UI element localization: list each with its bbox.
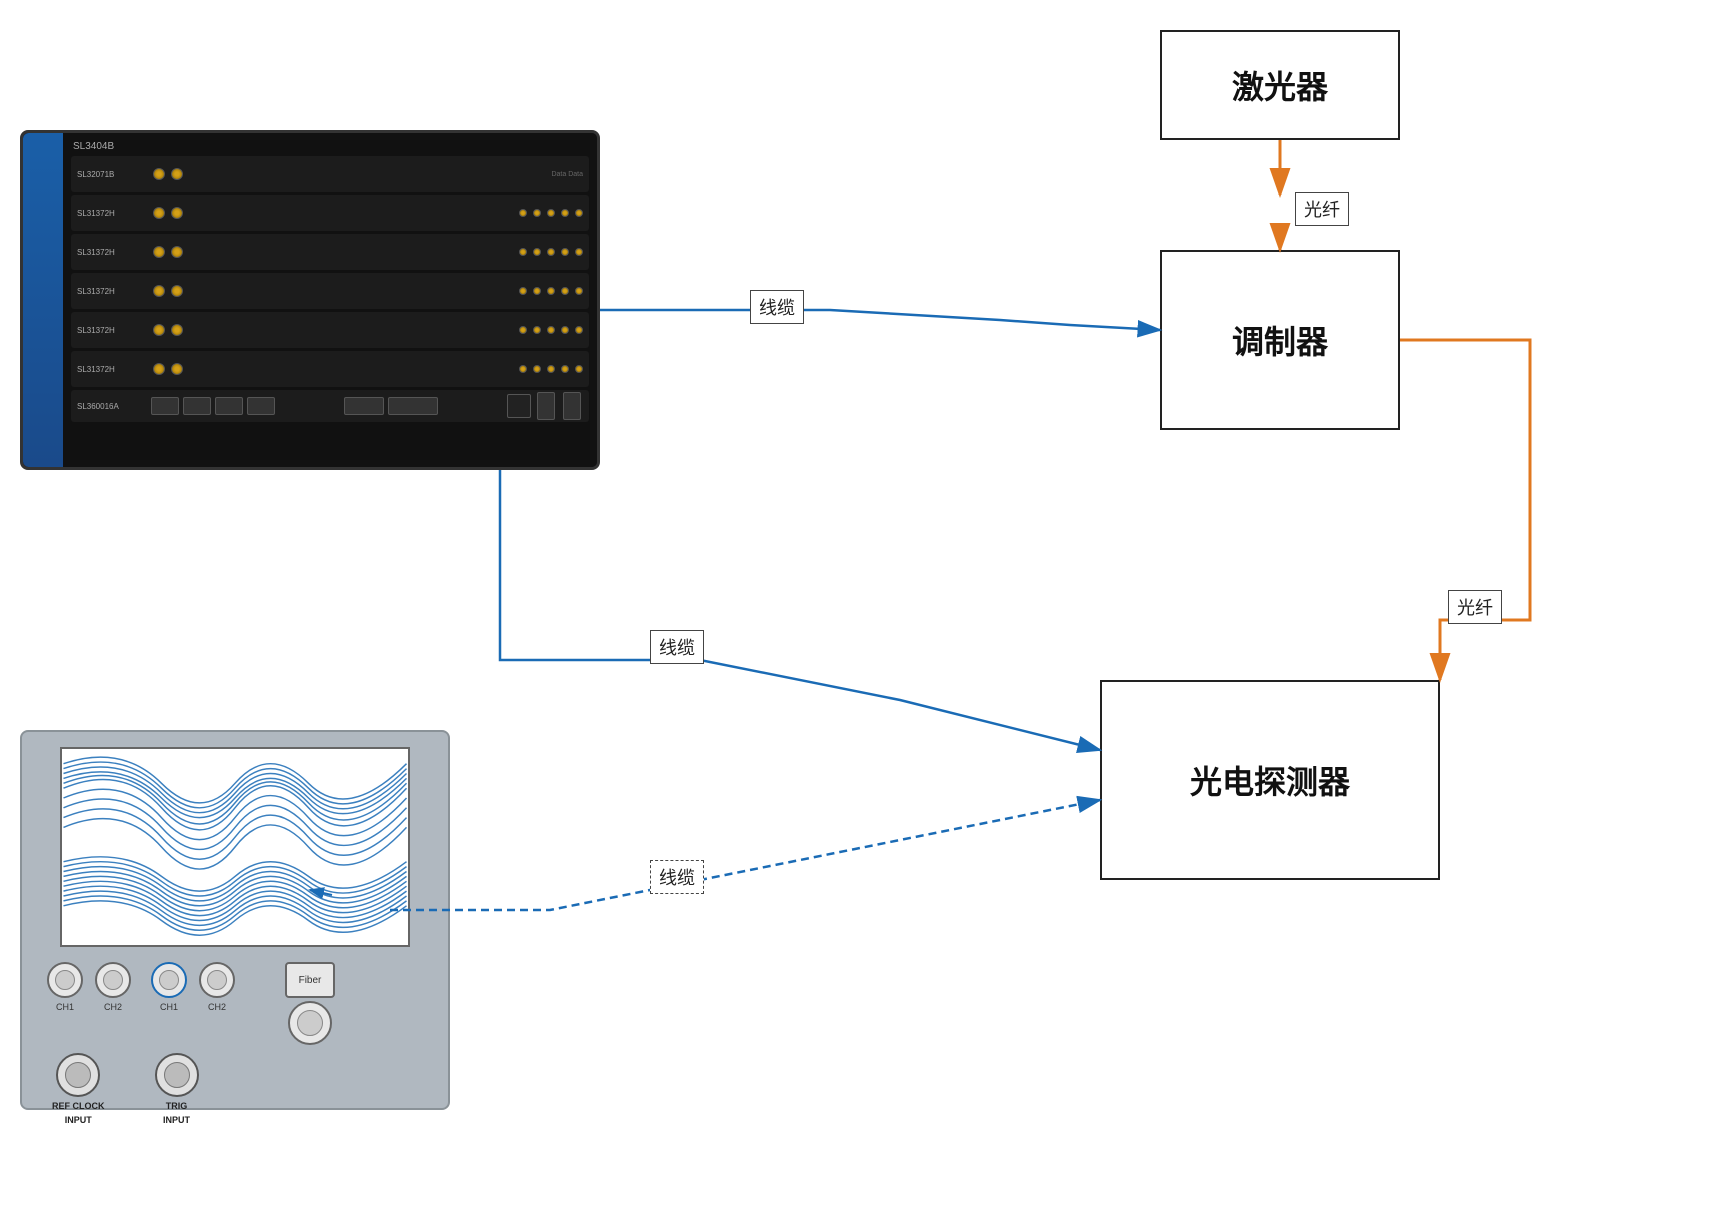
modulator-box: 调制器 [1160, 250, 1400, 430]
laser-label: 激光器 [1232, 62, 1328, 108]
scope-input-group: CH1 CH2 [151, 962, 235, 1012]
connector-1b [171, 168, 183, 180]
cable1-label: 线缆 [750, 290, 804, 324]
scope-output-ch2: CH2 [95, 962, 131, 1012]
modulator-label: 调制器 [1232, 317, 1328, 363]
fiber2-arrow [1400, 340, 1530, 680]
card-label-1: SL32071B [77, 170, 147, 179]
cable2-label: 线缆 [650, 630, 704, 664]
connector-1a [153, 168, 165, 180]
rack-card-row-5: SL31372H [71, 312, 589, 348]
fiber1-label: 光纤 [1295, 192, 1349, 226]
rack-front-panel: SL3404B SL32071B Data Data SL31372H [63, 133, 597, 467]
scope-input-ch2: CH2 [199, 962, 235, 1012]
laser-box: 激光器 [1160, 30, 1400, 140]
main-diagram: SL3404B SL32071B Data Data SL31372H [0, 0, 1717, 1226]
fiber-button[interactable]: Fiber [285, 962, 335, 998]
fiber2-label: 光纤 [1448, 590, 1502, 624]
rack-side-panel [23, 133, 63, 467]
photodetector-box: 光电探测器 [1100, 680, 1440, 880]
rack-card-row-1: SL32071B Data Data [71, 156, 589, 192]
rack-model-label: SL3404B [71, 141, 589, 152]
cable3-label: 线缆 [650, 860, 704, 894]
scope-output-ch1: CH1 [47, 962, 83, 1012]
scope-fiber-button-group: Fiber [285, 962, 335, 1045]
rack-card-row-7: SL360016A [71, 390, 589, 422]
cable3-arrow [390, 800, 1100, 910]
rack-card-row-4: SL31372H [71, 273, 589, 309]
cable1-arrow [600, 310, 1160, 330]
ref-clock-group: REF CLOCK INPUT [52, 1053, 105, 1125]
eye-diagram-screen [60, 747, 410, 947]
scope-bottom-controls: REF CLOCK INPUT TRIG INPUT [37, 1053, 433, 1125]
cable2-arrow [500, 470, 1100, 750]
photodetector-label: 光电探测器 [1190, 757, 1350, 803]
scope-output-group: CH1 CH2 [47, 962, 131, 1012]
rack-device: SL3404B SL32071B Data Data SL31372H [20, 130, 600, 470]
rack-card-row-6: SL31372H [71, 351, 589, 387]
rack-card-row-2: SL31372H [71, 195, 589, 231]
oscilloscope-device: CH1 CH2 CH1 CH2 [20, 730, 450, 1110]
trig-input-group: TRIG INPUT [155, 1053, 199, 1125]
scope-input-ch1: CH1 [151, 962, 187, 1012]
rack-card-row-3: SL31372H [71, 234, 589, 270]
scope-controls-row1: CH1 CH2 CH1 CH2 [37, 962, 433, 1045]
